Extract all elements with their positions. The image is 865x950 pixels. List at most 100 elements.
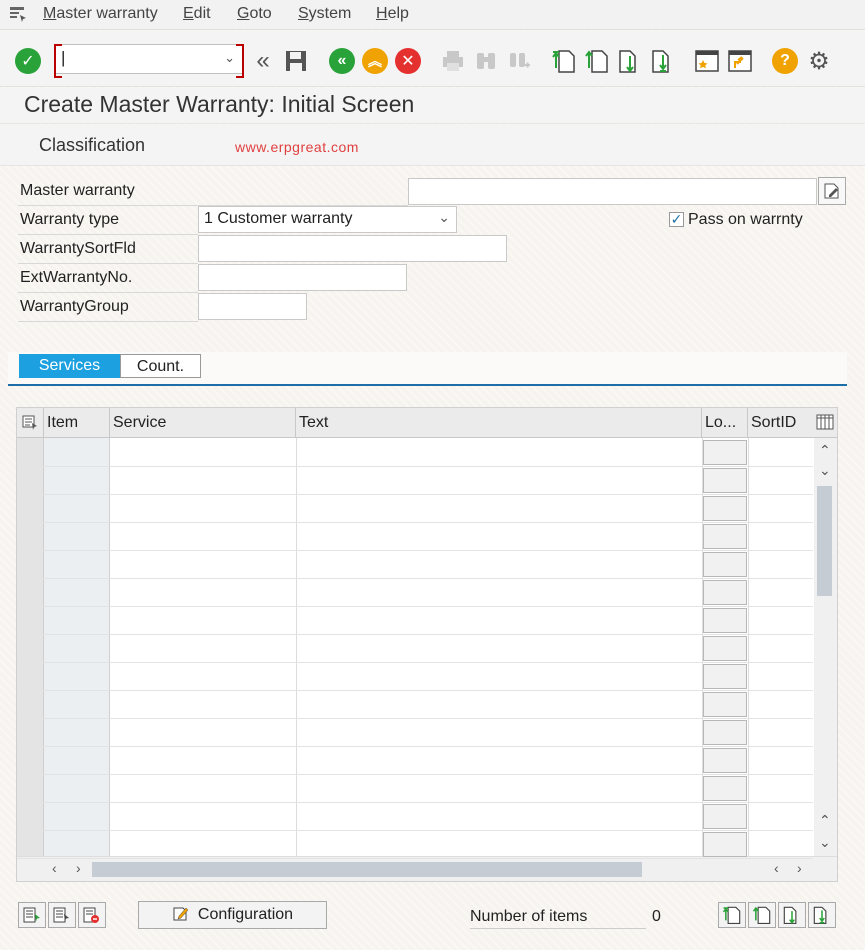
exit-icon[interactable]: ︽ (361, 47, 389, 75)
lo-input-cell[interactable] (703, 636, 747, 661)
master-warranty-input[interactable] (408, 178, 817, 205)
toolbar: ✓ | ⌄ « « ︽ ✕ ? ⚙ (0, 31, 865, 87)
menu-bar: Master warranty Edit Goto System Help (0, 0, 865, 30)
help-icon[interactable]: ? (771, 47, 799, 75)
last-page-icon[interactable] (808, 902, 836, 928)
settings-gear-icon[interactable]: ⚙ (805, 47, 833, 75)
double-chevron-left-icon[interactable]: « (249, 47, 277, 75)
table-settings-icon[interactable] (17, 408, 44, 438)
menu-icon[interactable] (9, 6, 27, 22)
ext-warranty-no-label: ExtWarrantyNo. (18, 264, 198, 293)
classification-button[interactable]: Classification (39, 135, 145, 156)
lo-input-cell[interactable] (703, 664, 747, 689)
table-row-divider (17, 830, 813, 831)
column-divider (296, 438, 297, 856)
lo-input-cell[interactable] (703, 776, 747, 801)
item-column (44, 438, 110, 856)
warranty-type-label: Warranty type (18, 206, 198, 235)
vertical-scrollbar[interactable]: ⌃ ⌄ ⌃ ⌄ (814, 438, 837, 856)
master-warranty-label: Master warranty (18, 177, 408, 206)
warranty-type-select[interactable]: 1 Customer warranty ⌄ (198, 206, 457, 233)
lo-input-cell[interactable] (703, 748, 747, 773)
table-row-divider (17, 550, 813, 551)
table-header: Item Service Text Lo... SortID (17, 408, 837, 438)
tab-count[interactable]: Count. (120, 354, 201, 378)
lo-input-cell[interactable] (703, 468, 747, 493)
table-row-divider (17, 690, 813, 691)
menu-master-warranty[interactable]: Master warranty (43, 5, 158, 23)
pass-on-warranty-checkbox[interactable]: ✓ (669, 211, 684, 227)
print-icon[interactable] (439, 47, 467, 75)
scroll-left-icon[interactable]: ‹ (52, 860, 57, 876)
vertical-scroll-thumb[interactable] (817, 486, 832, 596)
save-icon[interactable] (282, 47, 310, 75)
lo-input-cell[interactable] (703, 524, 747, 549)
edit-icon[interactable] (818, 177, 846, 205)
cancel-icon[interactable]: ✕ (394, 47, 422, 75)
configuration-button[interactable]: Configuration (138, 901, 327, 929)
horizontal-scroll-thumb[interactable] (92, 862, 642, 877)
table-row-divider (17, 662, 813, 663)
horizontal-scrollbar[interactable]: ‹ › ‹ › (17, 856, 837, 881)
chevron-down-icon[interactable]: ⌄ (438, 209, 450, 226)
menu-edit[interactable]: Edit (183, 5, 211, 23)
row-selector-column[interactable] (17, 438, 44, 856)
new-session-icon[interactable] (693, 47, 721, 75)
select-all-button[interactable] (48, 902, 76, 928)
menu-system[interactable]: System (298, 5, 351, 23)
tab-services[interactable]: Services (19, 354, 120, 378)
column-header-service[interactable]: Service (110, 408, 296, 438)
command-field-value: | (61, 48, 66, 67)
scroll-up-icon[interactable]: ⌃ (819, 812, 831, 829)
lo-input-cell[interactable] (703, 552, 747, 577)
scroll-right-icon[interactable]: › (76, 860, 81, 876)
warranty-group-input[interactable] (198, 293, 307, 320)
number-of-items-value: 0 (652, 908, 661, 925)
table-row-divider (17, 578, 813, 579)
lo-input-cell[interactable] (703, 580, 747, 605)
confirm-icon[interactable]: ✓ (14, 47, 42, 75)
shortcut-icon[interactable] (726, 47, 754, 75)
first-page-icon[interactable] (550, 47, 578, 75)
tab-strip: Services Count. (8, 352, 847, 386)
chevron-down-icon[interactable]: ⌄ (224, 50, 235, 66)
scroll-down-icon[interactable]: ⌄ (819, 462, 831, 479)
scroll-right-icon[interactable]: › (797, 860, 802, 876)
back-icon[interactable]: « (328, 47, 356, 75)
column-header-lo[interactable]: Lo... (702, 408, 748, 438)
column-header-text[interactable]: Text (296, 408, 702, 438)
previous-page-icon[interactable] (583, 47, 611, 75)
column-header-item[interactable]: Item (44, 408, 110, 438)
warranty-group-label: WarrantyGroup (18, 293, 198, 322)
column-layout-icon[interactable] (814, 408, 837, 438)
column-divider (748, 438, 749, 856)
column-header-sortid[interactable]: SortID (748, 408, 814, 438)
table-row-divider (17, 522, 813, 523)
page-title: Create Master Warranty: Initial Screen (24, 91, 415, 117)
find-next-icon[interactable] (505, 47, 533, 75)
lo-input-cell[interactable] (703, 440, 747, 465)
last-page-icon[interactable] (649, 47, 677, 75)
lo-input-cell[interactable] (703, 496, 747, 521)
warranty-sort-field-input[interactable] (198, 235, 507, 262)
next-page-icon[interactable] (778, 902, 806, 928)
lo-input-cell[interactable] (703, 692, 747, 717)
ext-warranty-no-input[interactable] (198, 264, 407, 291)
table-row-divider (17, 634, 813, 635)
scroll-up-icon[interactable]: ⌃ (819, 442, 831, 459)
scroll-left-icon[interactable]: ‹ (774, 860, 779, 876)
lo-input-cell[interactable] (703, 720, 747, 745)
next-page-icon[interactable] (616, 47, 644, 75)
previous-page-icon[interactable] (748, 902, 776, 928)
command-field[interactable]: | ⌄ (54, 44, 244, 78)
lo-input-cell[interactable] (703, 804, 747, 829)
delete-row-button[interactable] (78, 902, 106, 928)
insert-row-button[interactable] (18, 902, 46, 928)
find-icon[interactable] (472, 47, 500, 75)
lo-input-cell[interactable] (703, 608, 747, 633)
first-page-icon[interactable] (718, 902, 746, 928)
lo-input-cell[interactable] (703, 832, 747, 857)
menu-goto[interactable]: Goto (237, 5, 272, 23)
scroll-down-icon[interactable]: ⌄ (819, 834, 831, 851)
menu-help[interactable]: Help (376, 5, 409, 23)
